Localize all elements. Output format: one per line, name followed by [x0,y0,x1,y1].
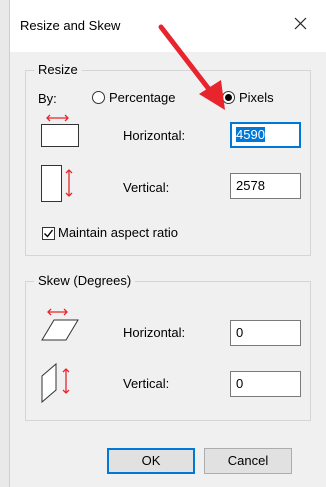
skew-horizontal-input[interactable]: 0 [230,320,301,346]
resize-group-label: Resize [34,62,82,77]
by-label: By: [38,91,57,106]
maintain-aspect-label[interactable]: Maintain aspect ratio [58,225,178,240]
close-icon [294,17,307,30]
resize-horizontal-input[interactable]: 4590 [230,122,301,148]
cancel-button[interactable]: Cancel [204,448,292,474]
skew-horizontal-label: Horizontal: [123,325,186,340]
skew-group-label: Skew (Degrees) [34,273,136,288]
resize-vertical-label: Vertical: [123,180,170,195]
ok-button[interactable]: OK [107,448,195,474]
skew-horizontal-value: 0 [236,325,244,340]
resize-vertical-value: 2578 [236,178,265,193]
dialog-title: Resize and Skew [20,18,121,33]
resize-horizontal-value: 4590 [236,127,265,142]
skew-vertical-label: Vertical: [123,376,170,391]
horizontal-resize-icon [41,114,79,147]
horizontal-skew-icon [41,308,79,341]
percentage-radio[interactable] [92,91,105,104]
vertical-skew-icon [41,362,70,404]
vertical-resize-icon [41,165,73,202]
skew-vertical-value: 0 [236,376,244,391]
checkmark-icon [44,229,54,238]
skew-vertical-input[interactable]: 0 [230,371,301,397]
resize-skew-dialog: Resize and Skew Resize By: Percentage Pi… [10,0,326,487]
background-window-edge [0,0,10,487]
resize-vertical-input[interactable]: 2578 [230,173,301,199]
maintain-aspect-checkbox[interactable] [42,227,55,240]
red-annotation-arrow [158,24,225,110]
resize-horizontal-label: Horizontal: [123,128,186,143]
close-button[interactable] [290,12,312,34]
